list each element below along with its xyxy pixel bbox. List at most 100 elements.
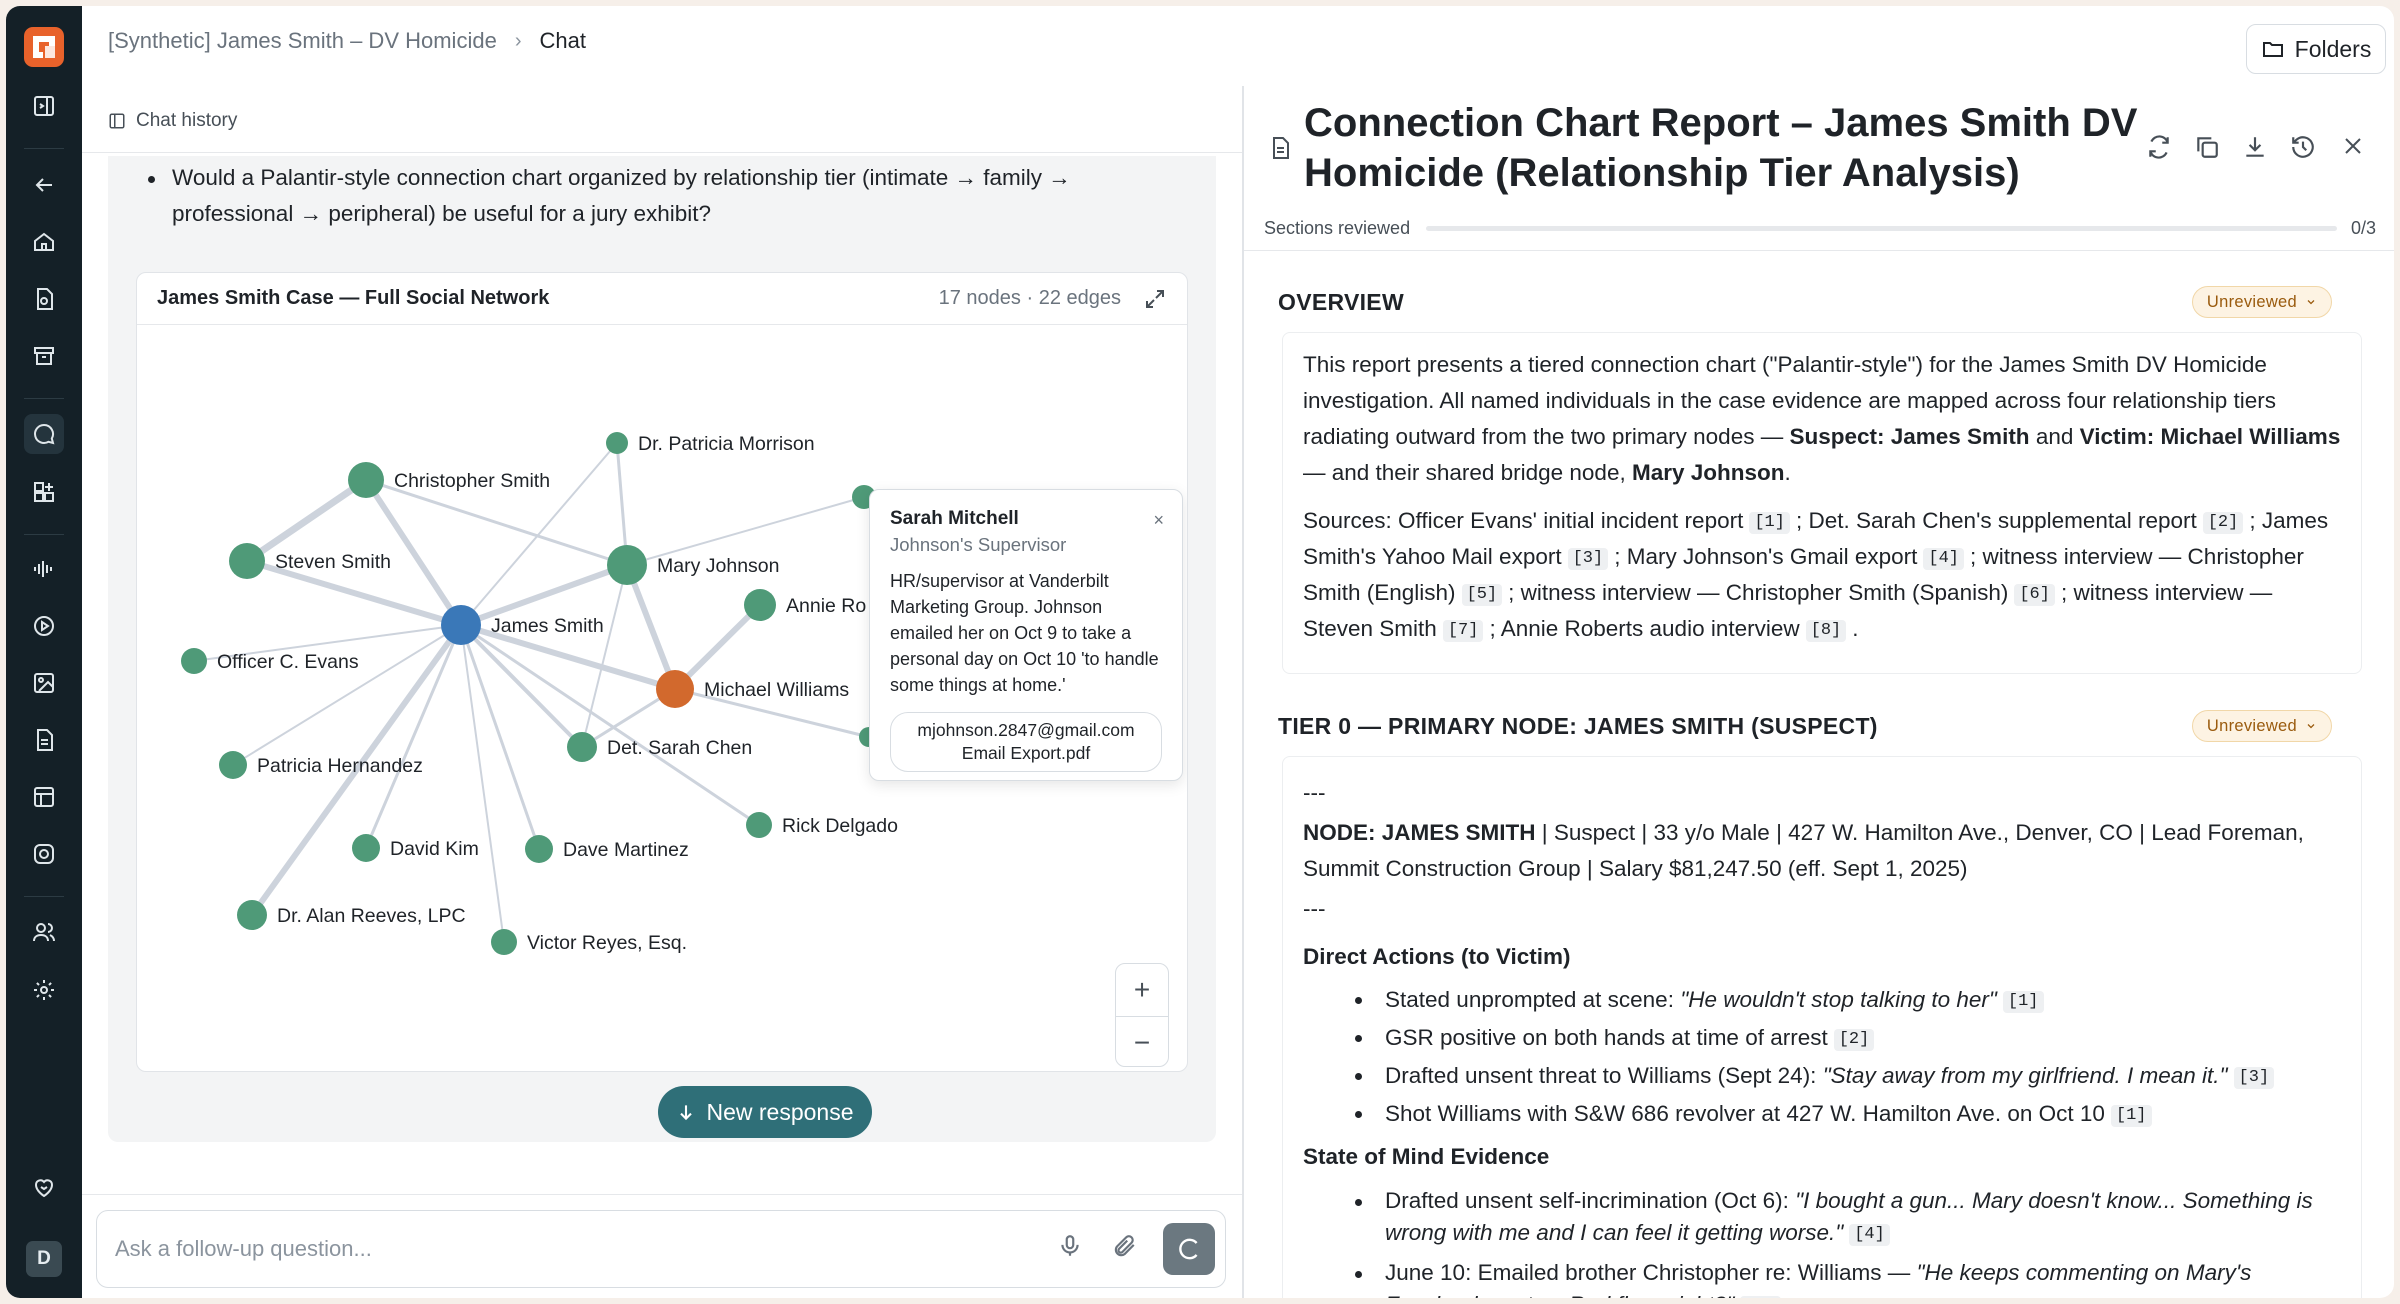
close-report-icon[interactable]	[2341, 134, 2365, 158]
zoom-in-button[interactable]: +	[1116, 964, 1168, 1016]
breadcrumb-separator: ›	[514, 29, 522, 52]
table-icon[interactable]	[24, 777, 64, 817]
video-play-icon[interactable]	[24, 606, 64, 646]
tooltip-close-button[interactable]: ×	[1153, 510, 1164, 531]
citation-chip[interactable]: [6]	[2014, 584, 2055, 606]
sections-reviewed: Sections reviewed 0/3	[1264, 216, 2376, 240]
citation-chip[interactable]: [4]	[1923, 548, 1964, 570]
user-avatar[interactable]: D	[26, 1241, 62, 1277]
home-icon[interactable]	[24, 222, 64, 262]
graph-node-mary-johnson[interactable]	[607, 545, 647, 585]
graph-node-victor-reyes[interactable]	[491, 929, 517, 955]
citation-chip[interactable]: [1]	[2110, 1105, 2152, 1127]
graph-node-sarah-chen[interactable]	[567, 732, 597, 762]
graph-node-patricia-hernandez[interactable]	[219, 751, 247, 779]
back-arrow-icon[interactable]	[24, 165, 64, 205]
graph-node-alan-reeves[interactable]	[237, 900, 267, 930]
graph-node-michael-williams[interactable]	[656, 670, 694, 708]
citation-chip[interactable]: [1]	[1749, 512, 1790, 534]
graph-node-james-smith[interactable]	[441, 605, 481, 645]
app-logo-icon[interactable]	[24, 27, 64, 67]
graph-node-christopher-smith[interactable]	[348, 462, 384, 498]
graph-node-label: Dr. Alan Reeves, LPC	[277, 905, 466, 927]
citation-chip[interactable]: [7]	[1442, 620, 1484, 642]
users-icon[interactable]	[24, 912, 64, 952]
graph-node-steven-smith[interactable]	[229, 543, 265, 579]
rule-line-2: ---	[1303, 896, 1326, 921]
graph-node-david-kim[interactable]	[352, 834, 380, 862]
arrow-down-icon	[680, 1105, 693, 1121]
graph-title: James Smith Case — Full Social Network	[157, 287, 550, 309]
source-item: Officer Evans' initial incident report	[1398, 508, 1744, 533]
archive-icon[interactable]	[24, 336, 64, 376]
chat-history-toggle[interactable]: Chat history	[108, 110, 237, 132]
graph-node-dave-martinez[interactable]	[525, 835, 553, 863]
zoom-out-button[interactable]: −	[1116, 1016, 1168, 1068]
folders-label: Folders	[2294, 35, 2372, 62]
graph-edge	[364, 478, 629, 567]
send-button[interactable]	[1163, 1223, 1215, 1275]
report-toolbar	[2146, 134, 2316, 160]
settings-gear-icon[interactable]	[24, 970, 64, 1010]
heart-handshake-icon[interactable]	[24, 1168, 64, 1208]
source-item: Annie Roberts audio interview	[1500, 616, 1800, 641]
tooltip-role: Johnson's Supervisor	[890, 534, 1067, 555]
graph-node-label: Steven Smith	[275, 551, 391, 573]
folders-button[interactable]: Folders	[2246, 24, 2386, 74]
network-graph-card: James Smith Case — Full Social Network 1…	[136, 272, 1188, 1072]
download-icon[interactable]	[2242, 134, 2268, 160]
chevron-down-icon	[2307, 300, 2315, 305]
citation-chip[interactable]: [5]	[1740, 1296, 1782, 1298]
graph-node-officer-evans[interactable]	[181, 648, 207, 674]
citation-chip[interactable]: [4]	[1849, 1224, 1890, 1246]
sections-reviewed-count: 0/3	[2350, 217, 2376, 238]
review-progress-bar	[1426, 225, 2337, 231]
graph-node-patricia-morrison[interactable]	[606, 432, 628, 454]
tooltip-source-doc[interactable]: mjohnson.2847@gmail.com Email Export.pdf	[890, 712, 1162, 772]
citation-chip[interactable]: [1]	[2002, 991, 2044, 1013]
graph-node-label: Officer C. Evans	[217, 651, 359, 673]
composer	[96, 1210, 1226, 1288]
toggle-sidebar-icon[interactable]	[24, 86, 64, 126]
document-search-icon[interactable]	[24, 279, 64, 319]
new-response-label: New response	[706, 1098, 854, 1125]
microphone-icon[interactable]	[1057, 1233, 1083, 1259]
graph-node-label: Christopher Smith	[394, 470, 550, 492]
breadcrumb: [Synthetic] James Smith – DV Homicide › …	[108, 26, 586, 56]
copy-icon[interactable]	[2194, 134, 2220, 160]
citation-chip[interactable]: [2]	[1833, 1029, 1875, 1051]
citation-chip[interactable]: [2]	[2202, 512, 2244, 534]
evidence-item: Stated unprompted at scene: "He wouldn't…	[1303, 981, 2341, 1019]
instagram-icon[interactable]	[24, 834, 64, 874]
tier0-review-badge[interactable]: Unreviewed	[2191, 710, 2332, 742]
breadcrumb-case[interactable]: [Synthetic] James Smith – DV Homicide	[108, 28, 497, 54]
rule-line: ---	[1303, 780, 1326, 805]
chat-icon[interactable]	[24, 414, 64, 454]
image-icon[interactable]	[24, 663, 64, 703]
history-icon[interactable]	[2290, 134, 2316, 160]
citation-chip[interactable]: [8]	[1805, 620, 1847, 642]
citation-chip[interactable]: [3]	[1567, 548, 1609, 570]
audio-waveform-icon[interactable]	[24, 549, 64, 589]
attachment-icon[interactable]	[1111, 1233, 1137, 1259]
graph-edge	[243, 476, 370, 565]
new-response-button[interactable]: New response	[658, 1086, 872, 1138]
refresh-icon[interactable]	[2146, 134, 2172, 160]
apps-icon[interactable]	[24, 472, 64, 512]
follow-up-input[interactable]	[115, 1229, 1015, 1269]
tooltip-doc-file: Email Export.pdf	[961, 743, 1091, 763]
graph-node-annie[interactable]	[744, 589, 776, 621]
tooltip-name: Sarah Mitchell	[890, 508, 1019, 529]
overview-sources: Sources: Officer Evans' initial incident…	[1303, 508, 2329, 642]
citation-chip[interactable]: [3]	[2233, 1067, 2275, 1089]
expand-icon[interactable]	[1143, 287, 1167, 311]
overview-review-badge[interactable]: Unreviewed	[2191, 286, 2332, 318]
graph-node-rick-delgado[interactable]	[746, 812, 772, 838]
file-text-icon[interactable]	[24, 720, 64, 760]
chat-messages[interactable]: Would a Palantir-style connection chart …	[108, 156, 1216, 1142]
graph-node-label: Rick Delgado	[782, 815, 898, 837]
tier0-badge-label: Unreviewed	[2206, 716, 2297, 735]
graph-node-label: Mary Johnson	[657, 555, 779, 577]
citation-chip[interactable]: [5]	[1461, 584, 1503, 606]
breadcrumb-current: Chat	[539, 28, 586, 53]
